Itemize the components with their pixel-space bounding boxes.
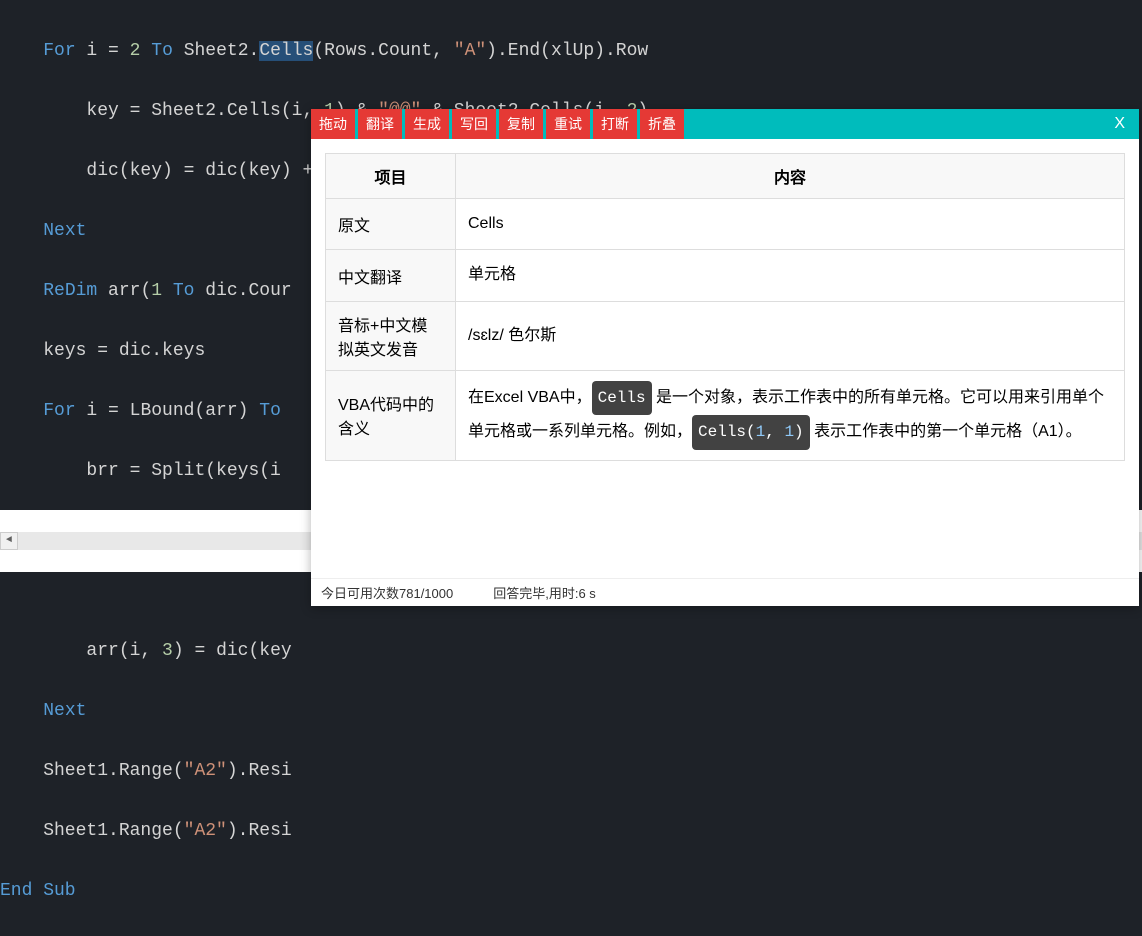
row-meaning-label: VBA代码中的含义 [326, 370, 456, 460]
row-phonetic-value: /sɛlz/ 色尔斯 [456, 301, 1125, 370]
row-phonetic-label: 音标+中文模拟英文发音 [326, 301, 456, 370]
copy-button[interactable]: 复制 [499, 109, 543, 139]
generate-button[interactable]: 生成 [405, 109, 449, 139]
drag-button[interactable]: 拖动 [311, 109, 355, 139]
popup-footer: 今日可用次数781/1000 回答完毕,用时:6 s [311, 578, 1139, 606]
info-table: 项目 内容 原文 Cells 中文翻译 单元格 音标+中文模拟英文发音 /sɛl… [325, 153, 1125, 461]
status-text: 回答完毕,用时:6 s [493, 583, 596, 602]
translation-popup: 拖动 翻译 生成 写回 复制 重试 打断 折叠 X 项目 内容 原文 Cells… [311, 109, 1139, 606]
row-translation-label: 中文翻译 [326, 250, 456, 301]
close-button[interactable]: X [1100, 109, 1139, 139]
quota-text: 今日可用次数781/1000 [321, 583, 453, 602]
interrupt-button[interactable]: 打断 [593, 109, 637, 139]
scroll-left-arrow[interactable]: ◄ [0, 532, 18, 550]
retry-button[interactable]: 重试 [546, 109, 590, 139]
code-chip-cells: Cells [592, 381, 652, 415]
collapse-button[interactable]: 折叠 [640, 109, 684, 139]
row-translation-value: 单元格 [456, 250, 1125, 301]
row-original-label: 原文 [326, 199, 456, 250]
writeback-button[interactable]: 写回 [452, 109, 496, 139]
row-original-value: Cells [456, 199, 1125, 250]
th-content: 内容 [456, 154, 1125, 199]
popup-toolbar: 拖动 翻译 生成 写回 复制 重试 打断 折叠 X [311, 109, 1139, 139]
selected-text: Cells [259, 41, 313, 61]
row-meaning-value: 在Excel VBA中，Cells 是一个对象，表示工作表中的所有单元格。它可以… [456, 370, 1125, 460]
th-item: 项目 [326, 154, 456, 199]
popup-content: 项目 内容 原文 Cells 中文翻译 单元格 音标+中文模拟英文发音 /sɛl… [311, 139, 1139, 578]
translate-button[interactable]: 翻译 [358, 109, 402, 139]
code-chip-cells11: Cells(1, 1) [692, 415, 810, 449]
